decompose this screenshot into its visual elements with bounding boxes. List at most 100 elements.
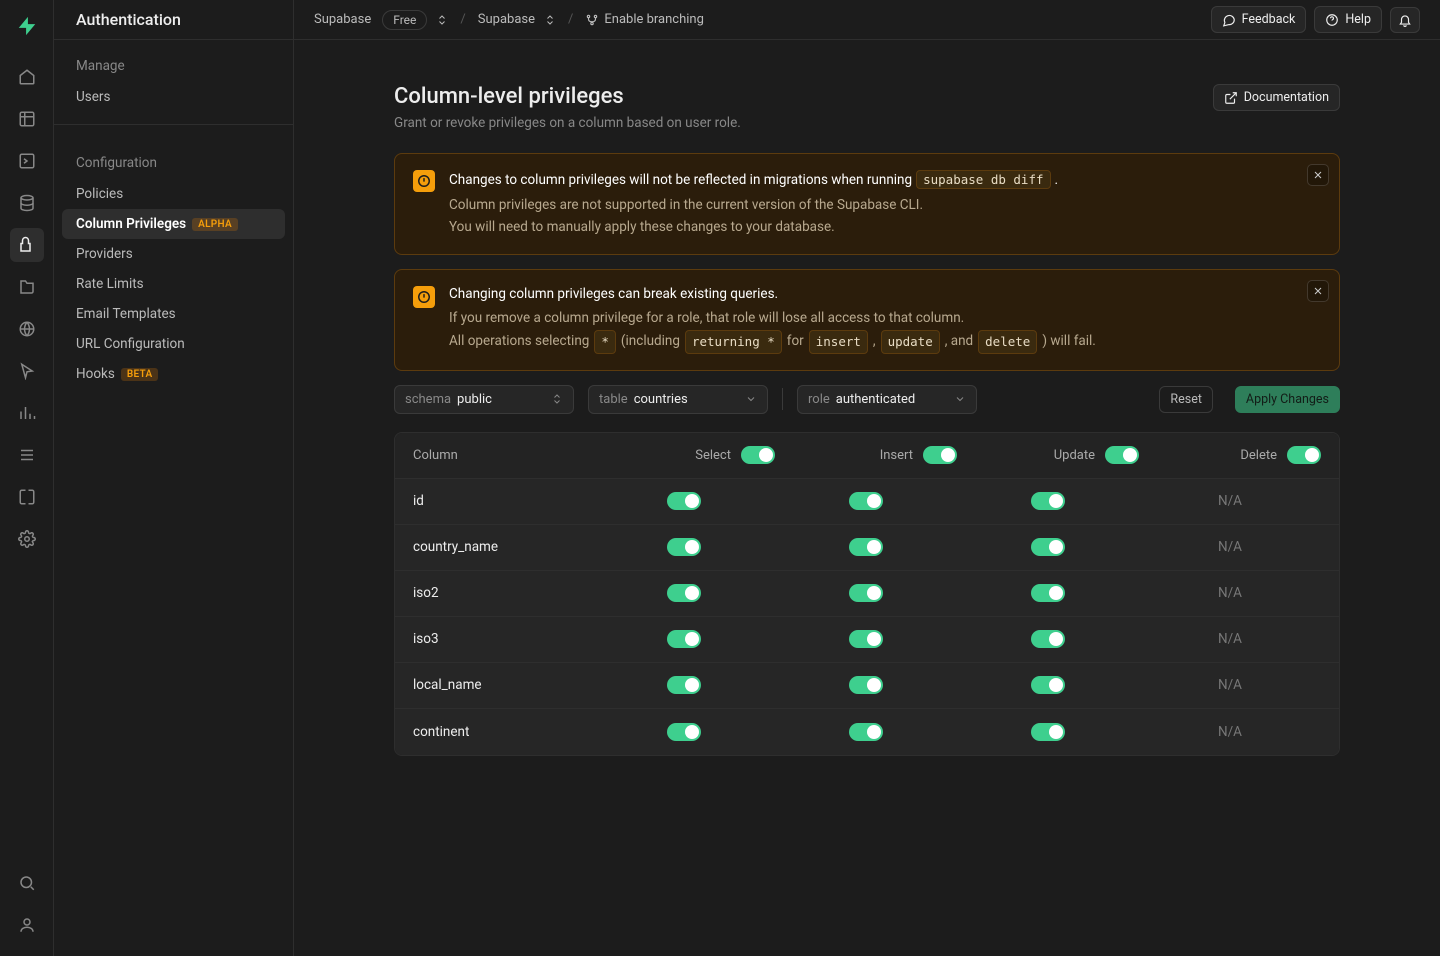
chevron-up-down-icon <box>551 393 563 405</box>
sidebar-title: Authentication <box>54 0 293 40</box>
documentation-button[interactable]: Documentation <box>1213 84 1340 111</box>
table-row: country_name N/A <box>395 525 1339 571</box>
chevron-down-icon <box>954 393 966 405</box>
sidebar-divider <box>54 124 293 125</box>
rail-reports-icon[interactable] <box>10 396 44 430</box>
help-button[interactable]: Help <box>1314 6 1382 33</box>
toggle-insert-all[interactable] <box>923 446 957 464</box>
column-name: iso3 <box>413 631 593 647</box>
sidebar-item-policies[interactable]: Policies <box>54 179 293 209</box>
toggle-insert[interactable] <box>849 676 883 694</box>
table-row: iso2 N/A <box>395 571 1339 617</box>
toggle-insert[interactable] <box>849 538 883 556</box>
breadcrumb-org[interactable]: Supabase Free <box>314 10 448 30</box>
column-name: iso2 <box>413 585 593 601</box>
crumb-separator: / <box>460 12 465 27</box>
toggle-update-all[interactable] <box>1105 446 1139 464</box>
logo[interactable] <box>11 10 43 42</box>
sidebar-item-column-privileges[interactable]: Column Privileges ALPHA <box>62 209 285 239</box>
rail-realtime-icon[interactable] <box>10 354 44 388</box>
table-row: continentN/A <box>395 709 1339 755</box>
reset-button[interactable]: Reset <box>1159 386 1213 413</box>
apply-changes-button[interactable]: Apply Changes <box>1235 386 1340 413</box>
column-name: continent <box>413 724 593 740</box>
rail-logs-icon[interactable] <box>10 438 44 472</box>
rail-storage-icon[interactable] <box>10 270 44 304</box>
delete-na: N/A <box>1139 677 1321 693</box>
badge-beta: BETA <box>121 368 159 381</box>
sidebar-section-manage: Manage <box>54 40 293 82</box>
rail-user-icon[interactable] <box>10 908 44 942</box>
delete-na: N/A <box>1139 585 1321 601</box>
sidebar-item-email-templates[interactable]: Email Templates <box>54 299 293 329</box>
toggle-update[interactable] <box>1031 584 1065 602</box>
sidebar-section-config: Configuration <box>54 137 293 179</box>
rail-api-icon[interactable] <box>10 480 44 514</box>
bell-icon[interactable] <box>1390 7 1420 33</box>
delete-na: N/A <box>1139 493 1321 509</box>
delete-na: N/A <box>1139 631 1321 647</box>
role-select[interactable]: role authenticated <box>797 385 977 414</box>
toggle-select[interactable] <box>667 538 701 556</box>
code-snippet: supabase db diff <box>916 170 1050 189</box>
column-name: id <box>413 493 593 509</box>
nav-rail <box>0 0 54 956</box>
sidebar-item-providers[interactable]: Providers <box>54 239 293 269</box>
rail-home-icon[interactable] <box>10 60 44 94</box>
toggle-update[interactable] <box>1031 723 1065 741</box>
toggle-delete-all[interactable] <box>1287 446 1321 464</box>
close-icon[interactable] <box>1307 164 1329 186</box>
badge-alpha: ALPHA <box>192 218 238 231</box>
column-name: country_name <box>413 539 593 555</box>
alert-break-queries: Changing column privileges can break exi… <box>394 269 1340 371</box>
toggle-select-all[interactable] <box>741 446 775 464</box>
toggle-select[interactable] <box>667 584 701 602</box>
rail-auth-icon[interactable] <box>10 228 44 262</box>
warning-icon <box>413 286 435 308</box>
privileges-table: Column Select Insert Update Delete idN/A… <box>394 432 1340 756</box>
table-row: local_name N/A <box>395 663 1339 709</box>
column-name: local_name <box>413 677 593 693</box>
close-icon[interactable] <box>1307 280 1329 302</box>
table-select[interactable]: table countries <box>588 385 768 414</box>
topbar: Supabase Free / Supabase / Enable branch… <box>294 0 1440 40</box>
alert-migrations: Changes to column privileges will not be… <box>394 153 1340 255</box>
schema-select[interactable]: schema public <box>394 385 574 414</box>
toggle-insert[interactable] <box>849 492 883 510</box>
table-row: id N/A <box>395 479 1339 525</box>
sidebar-item-url-configuration[interactable]: URL Configuration <box>54 329 293 359</box>
divider <box>782 388 783 410</box>
rail-table-icon[interactable] <box>10 102 44 136</box>
toggle-update[interactable] <box>1031 492 1065 510</box>
sidebar-item-rate-limits[interactable]: Rate Limits <box>54 269 293 299</box>
enable-branching-button[interactable]: Enable branching <box>585 12 704 27</box>
toggle-insert[interactable] <box>849 584 883 602</box>
feedback-button[interactable]: Feedback <box>1211 6 1307 33</box>
page-subtitle: Grant or revoke privileges on a column b… <box>394 115 741 131</box>
toggle-select[interactable] <box>667 676 701 694</box>
column-header: Column <box>413 448 593 463</box>
sidebar-item-users[interactable]: Users <box>54 82 293 112</box>
toggle-update[interactable] <box>1031 630 1065 648</box>
delete-na: N/A <box>1139 539 1321 555</box>
rail-sql-icon[interactable] <box>10 144 44 178</box>
toggle-insert[interactable] <box>849 630 883 648</box>
toggle-update[interactable] <box>1031 538 1065 556</box>
breadcrumb-project[interactable]: Supabase <box>478 12 556 27</box>
crumb-separator: / <box>568 12 573 27</box>
toggle-update[interactable] <box>1031 676 1065 694</box>
toggle-select[interactable] <box>667 492 701 510</box>
chevron-down-icon <box>745 393 757 405</box>
toggle-insert[interactable] <box>849 723 883 741</box>
rail-database-icon[interactable] <box>10 186 44 220</box>
plan-pill: Free <box>382 10 427 30</box>
table-row: iso3 N/A <box>395 617 1339 663</box>
rail-settings-icon[interactable] <box>10 522 44 556</box>
sidebar-item-hooks[interactable]: Hooks BETA <box>54 359 293 389</box>
rail-search-icon[interactable] <box>10 866 44 900</box>
rail-edge-icon[interactable] <box>10 312 44 346</box>
sidebar: Authentication Manage Users Configuratio… <box>54 0 294 956</box>
toggle-select[interactable] <box>667 723 701 741</box>
warning-icon <box>413 170 435 192</box>
toggle-select[interactable] <box>667 630 701 648</box>
